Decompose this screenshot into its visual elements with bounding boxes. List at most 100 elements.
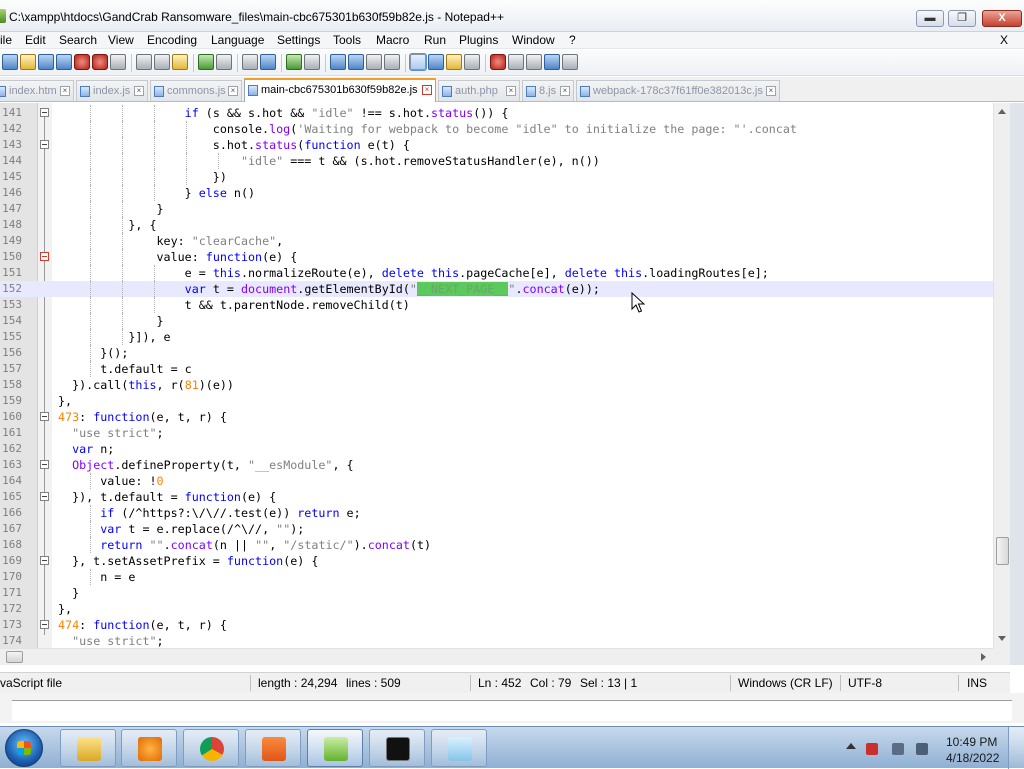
action-center-flag-icon[interactable]	[866, 743, 878, 755]
scroll-up-icon[interactable]	[998, 109, 1006, 114]
close-document-button[interactable]: X	[1000, 32, 1008, 49]
code-line[interactable]: 170 n = e	[0, 569, 1010, 585]
taskbar-xampp[interactable]	[245, 729, 301, 767]
tab-commons-js[interactable]: commons.js ×	[150, 80, 242, 101]
tab-webpack-js[interactable]: webpack-178c37f61ff0e382013c.js ×	[576, 80, 780, 101]
save-all-icon[interactable]	[56, 54, 72, 70]
scroll-right-icon[interactable]	[981, 653, 986, 661]
tab-8-js[interactable]: 8.js ×	[522, 80, 574, 101]
minimize-button[interactable]: ▬	[916, 10, 944, 27]
close-tab-icon[interactable]: ×	[422, 85, 432, 95]
vertical-scroll-thumb[interactable]	[996, 537, 1009, 565]
code-line[interactable]: 157 t.default = c	[0, 361, 1010, 377]
open-file-icon[interactable]	[20, 54, 36, 70]
code-line[interactable]: 159},	[0, 393, 1010, 409]
menu-file[interactable]: ile	[0, 32, 12, 49]
code-line[interactable]: 158 }).call(this, r(81)(e))	[0, 377, 1010, 393]
code-line[interactable]: 154 }	[0, 313, 1010, 329]
zoom-in-icon[interactable]	[286, 54, 302, 70]
paste-icon[interactable]	[172, 54, 188, 70]
taskbar-cmd[interactable]	[369, 729, 425, 767]
code-line[interactable]: 161 "use strict";	[0, 425, 1010, 441]
save-macro-icon[interactable]	[562, 54, 578, 70]
find-icon[interactable]	[242, 54, 258, 70]
sync-scroll-icon[interactable]	[330, 54, 346, 70]
menu-search[interactable]: Search	[59, 32, 97, 49]
save-icon[interactable]	[38, 54, 54, 70]
document-map-icon[interactable]	[409, 53, 427, 71]
code-line[interactable]: 155 }]), e	[0, 329, 1010, 345]
taskbar-notepad[interactable]	[431, 729, 487, 767]
fold-toggle-icon[interactable]	[40, 460, 49, 469]
menu-settings[interactable]: Settings	[277, 32, 320, 49]
tab-index-js[interactable]: index.js ×	[76, 80, 148, 101]
status-encoding[interactable]: UTF-8	[848, 673, 882, 693]
tab-main-js[interactable]: main-cbc675301b630f59b82e.js ×	[244, 78, 436, 102]
copy-icon[interactable]	[154, 54, 170, 70]
undo-icon[interactable]	[198, 54, 214, 70]
code-editor[interactable]: 141 if (s && s.hot && "idle" !== s.hot.s…	[0, 103, 1010, 648]
network-icon[interactable]	[892, 743, 904, 755]
close-file-icon[interactable]	[74, 54, 90, 70]
close-all-icon[interactable]	[92, 54, 108, 70]
close-tab-icon[interactable]: ×	[60, 86, 70, 96]
close-window-button[interactable]: X	[982, 10, 1022, 27]
code-line[interactable]: 168 return "".concat(n || "", "/static/"…	[0, 537, 1010, 553]
close-tab-icon[interactable]: ×	[560, 86, 570, 96]
cut-icon[interactable]	[136, 54, 152, 70]
code-line[interactable]: 173 474: function(e, t, r) {	[0, 617, 1010, 633]
code-line[interactable]: 166 if (/^https?:\/\//.test(e)) return e…	[0, 505, 1010, 521]
code-line[interactable]: 142 console.log('Waiting for webpack to …	[0, 121, 1010, 137]
code-line[interactable]: 151 e = this.normalizeRoute(e), delete t…	[0, 265, 1010, 281]
menu-run[interactable]: Run	[424, 32, 446, 49]
code-line[interactable]: 163 Object.defineProperty(t, "__esModule…	[0, 457, 1010, 473]
function-list-icon[interactable]	[428, 54, 444, 70]
fold-toggle-icon[interactable]	[40, 556, 49, 565]
folder-workspace-icon[interactable]	[446, 54, 462, 70]
stop-macro-icon[interactable]	[508, 54, 524, 70]
code-line[interactable]: 149 key: "clearCache",	[0, 233, 1010, 249]
fold-toggle-icon[interactable]	[40, 412, 49, 421]
code-line[interactable]: 141 if (s && s.hot && "idle" !== s.hot.s…	[0, 105, 1010, 121]
code-line[interactable]: 156 }();	[0, 345, 1010, 361]
close-tab-icon[interactable]: ×	[134, 86, 144, 96]
code-line[interactable]: 162 var n;	[0, 441, 1010, 457]
menu-tools[interactable]: Tools	[333, 32, 361, 49]
tab-index-htm[interactable]: index.htm ×	[0, 80, 74, 101]
status-eol[interactable]: Windows (CR LF)	[738, 673, 833, 693]
code-line[interactable]: 160 473: function(e, t, r) {	[0, 409, 1010, 425]
show-desktop-button[interactable]	[1008, 727, 1024, 769]
code-line[interactable]: 143 s.hot.status(function e(t) {	[0, 137, 1010, 153]
code-line[interactable]: 165 }), t.default = function(e) {	[0, 489, 1010, 505]
taskbar-media-player[interactable]	[121, 729, 177, 767]
fold-toggle-icon[interactable]	[40, 620, 49, 629]
menu-language[interactable]: Language	[211, 32, 264, 49]
record-macro-icon[interactable]	[490, 54, 506, 70]
menu-view[interactable]: View	[108, 32, 134, 49]
tab-auth-php[interactable]: auth.php ×	[438, 80, 520, 101]
indent-guide-icon[interactable]	[384, 54, 400, 70]
replace-icon[interactable]	[260, 54, 276, 70]
show-all-chars-icon[interactable]	[366, 54, 382, 70]
new-file-icon[interactable]	[2, 54, 18, 70]
close-tab-icon[interactable]: ×	[228, 86, 238, 96]
menu-edit[interactable]: Edit	[25, 32, 46, 49]
menu-window[interactable]: Window	[512, 32, 555, 49]
code-line[interactable]: 147 }	[0, 201, 1010, 217]
taskbar-file-explorer[interactable]	[60, 729, 116, 767]
run-macro-multiple-icon[interactable]	[544, 54, 560, 70]
code-line[interactable]: 174 "use strict";	[0, 633, 1010, 648]
menu-plugins[interactable]: Plugins	[459, 32, 498, 49]
code-line[interactable]: 164 value: !0	[0, 473, 1010, 489]
zoom-out-icon[interactable]	[304, 54, 320, 70]
close-tab-icon[interactable]: ×	[766, 86, 776, 96]
code-line[interactable]: 145 })	[0, 169, 1010, 185]
code-line[interactable]: 169 }, t.setAssetPrefix = function(e) {	[0, 553, 1010, 569]
monitoring-icon[interactable]	[464, 54, 480, 70]
menu-encoding[interactable]: Encoding	[147, 32, 197, 49]
code-line[interactable]: 150 value: function(e) {	[0, 249, 1010, 265]
code-line[interactable]: 172},	[0, 601, 1010, 617]
maximize-button[interactable]: ❐	[948, 10, 976, 27]
clock-time[interactable]: 10:49 PM	[946, 735, 997, 749]
horizontal-scrollbar[interactable]	[0, 648, 993, 665]
